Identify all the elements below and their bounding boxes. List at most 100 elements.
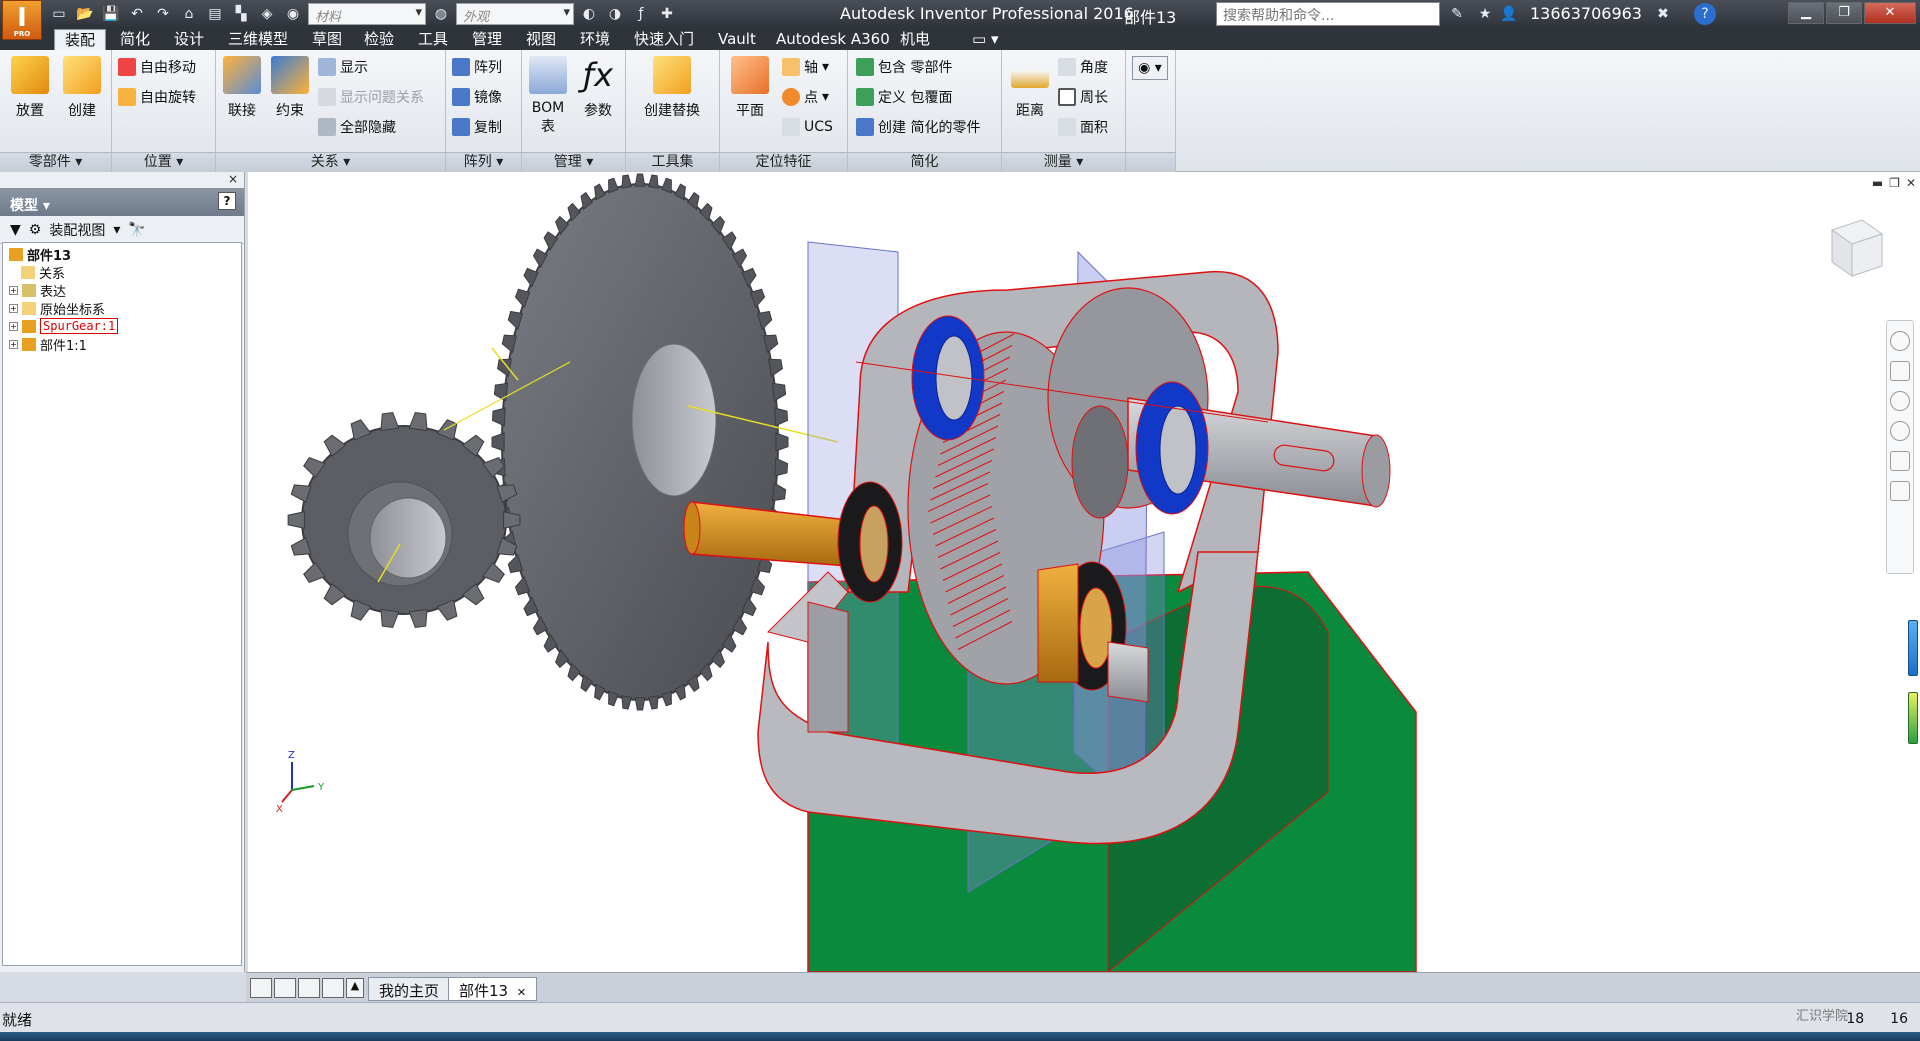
tree-item-representations[interactable]: + 表达	[9, 281, 66, 300]
mirror-button[interactable]: 镜像	[452, 86, 502, 108]
minimize-button[interactable]: ▁	[1788, 2, 1824, 24]
bom-button[interactable]: BOM 表	[526, 56, 570, 136]
pan-icon[interactable]	[1890, 361, 1910, 381]
joint-button[interactable]: 联接	[220, 56, 264, 120]
tile-horizontal-icon[interactable]	[298, 978, 320, 998]
app-menu-button[interactable]: I PRO	[2, 0, 42, 40]
look-at-icon[interactable]	[1890, 451, 1910, 471]
tab-a360[interactable]: Autodesk A360	[766, 29, 900, 50]
tab-assemble[interactable]: 装配	[54, 29, 107, 50]
scroll-indicator-blue[interactable]	[1908, 620, 1918, 676]
define-envelope-button[interactable]: 定义 包覆面	[856, 86, 952, 108]
show-button[interactable]: 显示	[318, 56, 368, 78]
tab-design[interactable]: 设计	[164, 29, 214, 50]
expand-icon[interactable]: +	[9, 285, 18, 295]
material-combo[interactable]: 材料	[308, 3, 426, 25]
tab-sketch[interactable]: 草图	[302, 29, 352, 50]
show-sick-button[interactable]: 显示问题关系	[318, 86, 424, 108]
zoom-icon[interactable]	[1890, 391, 1910, 411]
new-icon[interactable]: ▭	[48, 3, 70, 25]
undo-icon[interactable]: ↶	[126, 3, 148, 25]
tile-vertical-icon[interactable]	[322, 978, 344, 998]
distance-button[interactable]: 距离	[1008, 56, 1052, 120]
tab-manage[interactable]: 管理	[462, 29, 512, 50]
include-components-button[interactable]: 包含 零部件	[856, 56, 952, 78]
tab-view[interactable]: 视图	[516, 29, 566, 50]
assembly-view-dropdown[interactable]: 装配视图	[49, 220, 105, 240]
tab-3d-model[interactable]: 三维模型	[218, 29, 298, 50]
expand-icon[interactable]: +	[9, 321, 18, 331]
group-relationships-label[interactable]: 关系 ▾	[216, 152, 445, 172]
appearance-combo[interactable]: 外观	[456, 3, 574, 25]
tab-inspect[interactable]: 检验	[354, 29, 404, 50]
appearance-icon[interactable]: ◍	[430, 3, 452, 25]
angle-button[interactable]: 角度	[1058, 56, 1108, 78]
tile-cascade-icon[interactable]	[250, 978, 272, 998]
steering-wheel-icon[interactable]	[1890, 331, 1910, 351]
redo-icon[interactable]: ↷	[152, 3, 174, 25]
tab-environments[interactable]: 环境	[570, 29, 620, 50]
save-icon[interactable]: 💾	[100, 3, 122, 25]
copy-button[interactable]: 复制	[452, 116, 502, 138]
group-position-label[interactable]: 位置 ▾	[112, 152, 215, 172]
tile-arrange-icon[interactable]	[274, 978, 296, 998]
tab-vault[interactable]: Vault	[708, 29, 766, 50]
favorites-icon[interactable]: ★	[1474, 3, 1496, 25]
tab-simplify[interactable]: 简化	[110, 29, 160, 50]
exchange-icon[interactable]: ✖	[1652, 3, 1674, 25]
find-binoculars-icon[interactable]: 🔭	[128, 222, 145, 238]
group-measure-label[interactable]: 测量 ▾	[1002, 152, 1125, 172]
tab-get-started[interactable]: 快速入门	[624, 29, 704, 50]
plane-button[interactable]: 平面	[728, 56, 772, 120]
properties-icon[interactable]: ◈	[256, 3, 278, 25]
perimeter-button[interactable]: 周长	[1058, 86, 1108, 108]
expand-icon[interactable]: +	[9, 339, 18, 349]
view-dropdown-arrow-icon[interactable]: ▾	[113, 222, 120, 238]
help-icon[interactable]: ?	[1694, 3, 1716, 25]
create-button[interactable]: 创建	[60, 56, 104, 120]
material-icon[interactable]: ◉	[282, 3, 304, 25]
tree-item-part1[interactable]: + 部件1:1	[9, 335, 87, 354]
group-components-label[interactable]: 零部件 ▾	[0, 152, 111, 172]
ucs-button[interactable]: UCS	[782, 116, 833, 138]
create-substitute-button[interactable]: 创建替换	[636, 56, 708, 120]
clear-override-icon[interactable]: ◐	[578, 3, 600, 25]
scroll-indicator-green[interactable]	[1908, 692, 1918, 744]
panel-dropdown-button[interactable]: ◉ ▾	[1132, 56, 1168, 80]
viewcube[interactable]	[1820, 212, 1890, 282]
tree-item-root[interactable]: 部件13	[9, 245, 71, 264]
maximize-button[interactable]: ❐	[1826, 2, 1862, 24]
fx-icon[interactable]: ƒ	[630, 3, 652, 25]
tab-menu-icon[interactable]: ▲	[346, 978, 364, 998]
pattern-button[interactable]: 阵列	[452, 56, 502, 78]
tab-close-icon[interactable]: ✕	[517, 986, 526, 999]
open-icon[interactable]: 📂	[74, 3, 96, 25]
tab-electromechanical[interactable]: 机电	[890, 29, 940, 50]
parameters-button[interactable]: ƒx 参数	[576, 56, 620, 120]
user-account[interactable]: 13663706963	[1530, 4, 1642, 23]
tab-tools[interactable]: 工具	[408, 29, 458, 50]
home-icon[interactable]: ⌂	[178, 3, 200, 25]
create-simplified-button[interactable]: 创建 简化的零件	[856, 116, 980, 138]
point-button[interactable]: 点 ▾	[782, 86, 829, 108]
area-button[interactable]: 面积	[1058, 116, 1108, 138]
viewport-minimize-icon[interactable]: ▬	[1872, 176, 1883, 190]
free-move-button[interactable]: 自由移动	[118, 56, 196, 78]
add-icon[interactable]: ✚	[656, 3, 678, 25]
help-search-input[interactable]: 搜索帮助和命令...	[1216, 2, 1440, 26]
gearbox-assembly[interactable]	[683, 241, 1417, 972]
place-button[interactable]: 放置	[8, 56, 52, 120]
tree-item-spurgear[interactable]: + SpurGear:1	[9, 317, 119, 335]
group-pattern-label[interactable]: 阵列 ▾	[446, 152, 521, 172]
hide-all-button[interactable]: 全部隐藏	[318, 116, 396, 138]
graphics-viewport[interactable]: Z Y X ▬ ❐ ✕	[248, 172, 1920, 972]
tree-item-relationships[interactable]: 关系	[21, 263, 65, 282]
browser-help-icon[interactable]: ?	[218, 192, 236, 210]
search-options-icon[interactable]: ✎	[1446, 3, 1468, 25]
tab-document-assembly[interactable]: 部件13 ✕	[448, 977, 538, 1001]
expand-icon[interactable]: +	[9, 303, 18, 313]
close-button[interactable]: ✕	[1864, 2, 1916, 24]
free-rotate-button[interactable]: 自由旋转	[118, 86, 196, 108]
browser-close-icon[interactable]: ×	[228, 172, 238, 186]
axis-button[interactable]: 轴 ▾	[782, 56, 829, 78]
